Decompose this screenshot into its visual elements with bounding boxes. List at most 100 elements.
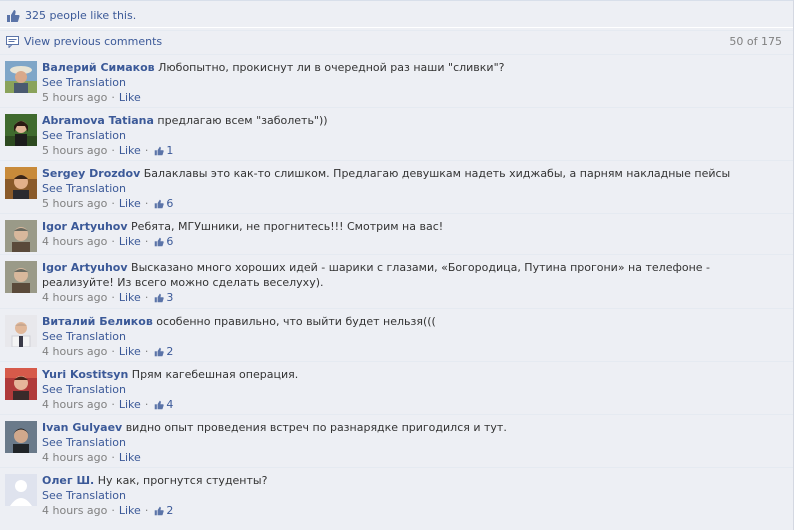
comment-item: Олег Ш. Ну как, прогнутся студенты? See … <box>0 467 793 520</box>
like-button[interactable]: Like <box>119 290 141 305</box>
like-count-value: 6 <box>166 197 174 210</box>
thumbs-up-icon <box>155 506 165 515</box>
like-button[interactable]: Like <box>119 450 141 465</box>
comment-timestamp[interactable]: 5 hours ago <box>42 90 107 105</box>
comment-text: Балаклавы это как-то слишком. Предлагаю … <box>143 167 731 180</box>
comment-author[interactable]: Igor Artyuhov <box>42 220 128 233</box>
like-count-value: 6 <box>166 235 174 248</box>
comment-pager-count: 50 of 175 <box>729 35 782 48</box>
like-count-value: 4 <box>166 398 174 411</box>
comments-panel: 325 people like this. View previous comm… <box>0 0 794 530</box>
see-translation-link[interactable]: See Translation <box>42 329 785 344</box>
likes-summary: 325 people like this. <box>0 4 793 28</box>
like-button[interactable]: Like <box>119 397 141 412</box>
comment-author[interactable]: Валерий Симаков <box>42 61 155 74</box>
comment-item: Валерий Симаков Любопытно, прокиснут ли … <box>0 54 793 107</box>
like-button[interactable]: Like <box>119 196 141 211</box>
comment-author[interactable]: Виталий Беликов <box>42 315 153 328</box>
avatar[interactable] <box>5 167 37 199</box>
comment-item: Sergey Drozdov Балаклавы это как-то слиш… <box>0 160 793 213</box>
avatar[interactable] <box>5 421 37 453</box>
comment-author[interactable]: Yuri Kostitsyn <box>42 368 128 381</box>
like-button[interactable]: Like <box>119 503 141 518</box>
avatar[interactable] <box>5 368 37 400</box>
avatar[interactable] <box>5 220 37 252</box>
comment-timestamp[interactable]: 4 hours ago <box>42 344 107 359</box>
meta-separator: · <box>144 504 149 517</box>
comment-timestamp[interactable]: 4 hours ago <box>42 234 107 249</box>
comment-timestamp[interactable]: 4 hours ago <box>42 397 107 412</box>
comment-text: Любопытно, прокиснут ли в очередной раз … <box>158 61 505 74</box>
like-count[interactable]: 1 <box>154 143 173 158</box>
comment-meta: 5 hours ago · Like · 1 <box>42 143 785 158</box>
comment-body: Yuri Kostitsyn Прям кагебешная операция.… <box>42 367 785 412</box>
thumbs-up-icon <box>155 347 165 356</box>
like-count[interactable]: 4 <box>154 397 173 412</box>
like-count[interactable]: 6 <box>154 196 173 211</box>
thumbs-up-icon <box>155 400 165 409</box>
like-count[interactable]: 6 <box>154 234 173 249</box>
like-button[interactable]: Like <box>119 234 141 249</box>
view-previous-comments-link[interactable]: View previous comments <box>24 35 162 48</box>
top-divider <box>0 0 793 1</box>
like-count[interactable]: 2 <box>154 503 173 518</box>
comment-item: Abramova Tatiana предлагаю всем "заболет… <box>0 107 793 160</box>
avatar[interactable] <box>5 61 37 93</box>
see-translation-link[interactable]: See Translation <box>42 488 785 503</box>
comment-author[interactable]: Sergey Drozdov <box>42 167 140 180</box>
like-count[interactable]: 2 <box>154 344 173 359</box>
thumbs-up-icon <box>155 237 165 246</box>
comment-body: Виталий Беликов особенно правильно, что … <box>42 314 785 359</box>
avatar[interactable] <box>5 114 37 146</box>
avatar[interactable] <box>5 474 37 506</box>
comment-author[interactable]: Олег Ш. <box>42 474 94 487</box>
avatar[interactable] <box>5 261 37 293</box>
comment-text: Высказано много хороших идей - шарики с … <box>42 261 711 289</box>
meta-separator: · <box>111 398 115 411</box>
comment-timestamp[interactable]: 5 hours ago <box>42 143 107 158</box>
comment-bubble-icon <box>6 35 19 48</box>
comment-author[interactable]: Abramova Tatiana <box>42 114 154 127</box>
comment-author[interactable]: Igor Artyuhov <box>42 261 128 274</box>
meta-separator: · <box>111 345 115 358</box>
comment-meta: 4 hours ago · Like · 2 <box>42 503 785 518</box>
comment-timestamp[interactable]: 4 hours ago <box>42 450 107 465</box>
comment-body: Abramova Tatiana предлагаю всем "заболет… <box>42 113 785 158</box>
comment-text: особенно правильно, что выйти будет нель… <box>156 315 436 328</box>
see-translation-link[interactable]: See Translation <box>42 435 785 450</box>
see-translation-link[interactable]: See Translation <box>42 128 785 143</box>
comment-meta: 4 hours ago · Like <box>42 450 785 465</box>
see-translation-link[interactable]: See Translation <box>42 382 785 397</box>
comment-item: Igor Artyuhov Ребята, МГУшники, не прогн… <box>0 213 793 254</box>
comment-author[interactable]: Ivan Gulyaev <box>42 421 122 434</box>
like-count-value: 1 <box>166 144 174 157</box>
meta-separator: · <box>111 504 115 517</box>
meta-separator: · <box>144 144 149 157</box>
likes-count-link[interactable]: 325 people like this. <box>25 9 136 22</box>
like-count[interactable]: 3 <box>154 290 173 305</box>
meta-separator: · <box>111 197 115 210</box>
meta-separator: · <box>144 197 149 210</box>
like-count-value: 2 <box>166 345 174 358</box>
meta-separator: · <box>111 91 115 104</box>
comment-timestamp[interactable]: 5 hours ago <box>42 196 107 211</box>
comment-body: Олег Ш. Ну как, прогнутся студенты? See … <box>42 473 785 518</box>
comment-timestamp[interactable]: 4 hours ago <box>42 503 107 518</box>
comment-timestamp[interactable]: 4 hours ago <box>42 290 107 305</box>
comment-body: Валерий Симаков Любопытно, прокиснут ли … <box>42 60 785 105</box>
comment-item: Igor Artyuhov Высказано много хороших ид… <box>0 254 793 308</box>
meta-separator: · <box>111 144 115 157</box>
comment-body: Ivan Gulyaev видно опыт проведения встре… <box>42 420 785 465</box>
thumbs-up-icon <box>155 199 165 208</box>
thumbs-up-icon <box>7 9 20 22</box>
avatar[interactable] <box>5 315 37 347</box>
like-button[interactable]: Like <box>119 90 141 105</box>
meta-separator: · <box>111 235 115 248</box>
like-button[interactable]: Like <box>119 344 141 359</box>
like-count-value: 3 <box>166 291 174 304</box>
see-translation-link[interactable]: See Translation <box>42 181 785 196</box>
see-translation-link[interactable]: See Translation <box>42 75 785 90</box>
like-button[interactable]: Like <box>119 143 141 158</box>
comment-body: Sergey Drozdov Балаклавы это как-то слиш… <box>42 166 785 211</box>
comment-meta: 5 hours ago · Like · 6 <box>42 196 785 211</box>
